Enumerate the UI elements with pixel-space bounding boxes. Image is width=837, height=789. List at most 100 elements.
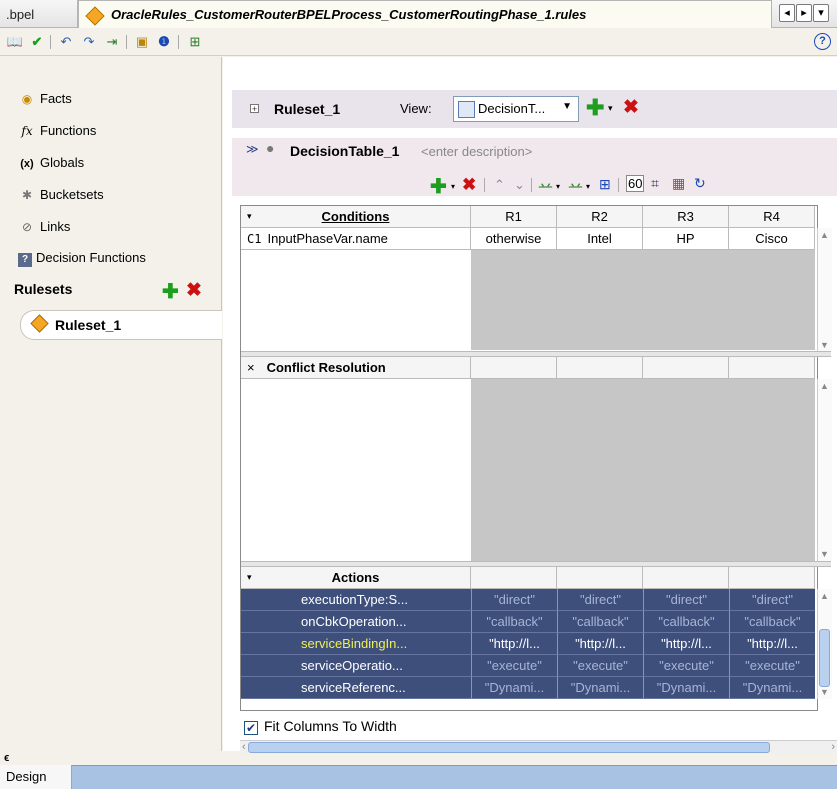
action-cell[interactable]: "http://l...	[729, 633, 815, 655]
show-gaps-icon[interactable]: 60	[626, 175, 645, 192]
condition-cell[interactable]: HP	[643, 228, 729, 250]
add-dropdown-icon[interactable]: ▾	[608, 103, 613, 114]
merge-dropdown-icon[interactable]: ▾	[586, 182, 590, 191]
info-icon[interactable]: ❶	[155, 33, 173, 51]
help-icon[interactable]: ?	[814, 33, 831, 50]
condition-cell[interactable]: Cisco	[729, 228, 815, 250]
nav-item-bucketsets[interactable]: ✱ Bucketsets	[18, 184, 104, 206]
action-cell[interactable]: "direct"	[643, 589, 729, 611]
action-cell[interactable]: "Dynami...	[471, 677, 557, 699]
add-row-dropdown-icon[interactable]: ▾	[451, 182, 455, 191]
action-cell[interactable]: "direct"	[471, 589, 557, 611]
fit-columns-label[interactable]: Fit Columns To Width	[264, 718, 397, 734]
split-table-icon[interactable]: 䒑	[538, 176, 553, 197]
merge-table-icon[interactable]: 䒑	[568, 176, 583, 197]
rule-column-header[interactable]: R4	[729, 206, 815, 228]
action-row-label[interactable]: onCbkOperation...	[241, 611, 471, 633]
close-icon[interactable]: ×	[247, 360, 255, 375]
rule-column-header[interactable]: R1	[471, 206, 557, 228]
nav-item-facts[interactable]: ◉ Facts	[18, 88, 72, 110]
action-row-label[interactable]: serviceOperatio...	[241, 655, 471, 677]
action-cell[interactable]: "callback"	[643, 611, 729, 633]
action-cell[interactable]: "Dynami...	[643, 677, 729, 699]
tab-scroll-right-icon[interactable]: ▸	[796, 4, 812, 22]
add-rule-icon[interactable]: ✚	[586, 95, 604, 121]
condition-cell[interactable]: otherwise	[471, 228, 557, 250]
tree-structure-icon[interactable]: ⊞	[186, 33, 204, 51]
action-cell[interactable]: "execute"	[729, 655, 815, 677]
search-icon[interactable]: ●	[266, 140, 274, 156]
action-cell[interactable]: "Dynami...	[557, 677, 643, 699]
horizontal-scrollbar-thumb[interactable]	[248, 742, 770, 753]
add-row-icon[interactable]: ✚	[430, 174, 447, 199]
book-icon[interactable]: 📖	[6, 33, 24, 51]
nav-item-functions[interactable]: fx Functions	[18, 120, 96, 142]
move-up-icon[interactable]: ⌃	[494, 177, 505, 193]
fit-columns-checkbox[interactable]: ✔	[244, 721, 258, 735]
tab-design[interactable]: Design	[0, 765, 72, 789]
ruleset-list-item[interactable]: Ruleset_1	[20, 310, 222, 340]
action-row-label[interactable]: executionType:S...	[241, 589, 471, 611]
action-row-label[interactable]: serviceReferenc...	[241, 677, 471, 699]
conflict-scrollbar[interactable]: ▲ ▼	[817, 379, 832, 561]
action-cell[interactable]: "Dynami...	[729, 677, 815, 699]
refresh-icon[interactable]: ↻	[694, 175, 706, 192]
delete-ruleset-icon[interactable]: ✖	[186, 279, 202, 302]
action-cell[interactable]: "callback"	[557, 611, 643, 633]
conflict-resolution-header[interactable]: × Conflict Resolution	[241, 357, 471, 379]
conditions-empty-area	[471, 250, 815, 350]
action-cell[interactable]: "callback"	[471, 611, 557, 633]
add-ruleset-icon[interactable]: ✚	[162, 279, 179, 304]
rule-column-header[interactable]: R2	[557, 206, 643, 228]
split-dropdown-icon[interactable]: ▾	[556, 182, 560, 191]
check-conflicts-icon[interactable]: ⌗	[651, 175, 659, 192]
view-select[interactable]: DecisionT... ▼	[453, 96, 579, 122]
actions-scrollbar[interactable]: ▲ ▼	[817, 589, 832, 699]
tab-scroll-left-icon[interactable]: ◂	[779, 4, 795, 22]
validate-check-icon[interactable]: ✔	[28, 33, 46, 51]
action-cell[interactable]: "callback"	[729, 611, 815, 633]
nav-item-globals[interactable]: (x) Globals	[18, 152, 84, 174]
collapse-panel-icon[interactable]: ϵ	[4, 752, 9, 764]
nav-item-decision-functions[interactable]: ? Decision Functions	[18, 247, 146, 269]
compact-table-icon[interactable]: ⊞	[599, 176, 611, 193]
tab-list-dropdown-icon[interactable]: ▾	[813, 4, 829, 22]
action-cell[interactable]: "http://l...	[643, 633, 729, 655]
expand-ruleset-icon[interactable]: +	[250, 104, 259, 114]
action-cell[interactable]: "http://l...	[471, 633, 557, 655]
action-cell[interactable]: "direct"	[729, 589, 815, 611]
nav-item-links[interactable]: ⊘ Links	[18, 216, 70, 238]
advanced-settings-icon[interactable]: ▦	[672, 175, 685, 192]
action-cell[interactable]: "execute"	[471, 655, 557, 677]
condition-cell[interactable]: Intel	[557, 228, 643, 250]
action-cell[interactable]: "execute"	[643, 655, 729, 677]
action-cell[interactable]: "http://l...	[557, 633, 643, 655]
toolbar: 📖 ✔ ↶ ↷ ⇥ ▣ ❶ ⊞ ?	[0, 28, 837, 56]
condition-row-label[interactable]: C1 InputPhaseVar.name	[241, 228, 471, 250]
section-dropdown-icon[interactable]: ▾	[247, 206, 252, 227]
collapse-icon[interactable]: ≫	[246, 142, 259, 156]
toolbar-separator	[50, 35, 51, 49]
report-icon[interactable]: ▣	[133, 33, 151, 51]
delete-row-icon[interactable]: ✖	[462, 175, 476, 195]
description-input[interactable]: <enter description>	[421, 144, 532, 159]
action-cell[interactable]: "execute"	[557, 655, 643, 677]
scroll-left-icon[interactable]: ‹	[242, 741, 246, 753]
action-row-label-selected[interactable]: serviceBindingIn...	[241, 633, 471, 655]
action-cell[interactable]: "direct"	[557, 589, 643, 611]
scroll-right-icon[interactable]: ›	[831, 741, 835, 753]
actions-header[interactable]: ▾ Actions	[241, 567, 471, 589]
undo-icon[interactable]: ↶	[57, 33, 75, 51]
delete-rule-icon[interactable]: ✖	[623, 96, 639, 119]
move-down-icon[interactable]: ⌄	[514, 177, 525, 193]
conditions-scrollbar[interactable]: ▲ ▼	[817, 228, 832, 352]
import-icon[interactable]: ⇥	[103, 33, 121, 51]
actions-scrollbar-thumb[interactable]	[819, 629, 830, 687]
ruleset-icon	[30, 314, 49, 333]
tab-bpel[interactable]: .bpel	[0, 0, 78, 28]
tab-rules-file[interactable]: OracleRules_CustomerRouterBPELProcess_Cu…	[78, 0, 772, 28]
redo-icon[interactable]: ↷	[80, 33, 98, 51]
section-dropdown-icon[interactable]: ▾	[247, 567, 252, 588]
rule-column-header[interactable]: R3	[643, 206, 729, 228]
conditions-header[interactable]: ▾ Conditions	[241, 206, 471, 228]
